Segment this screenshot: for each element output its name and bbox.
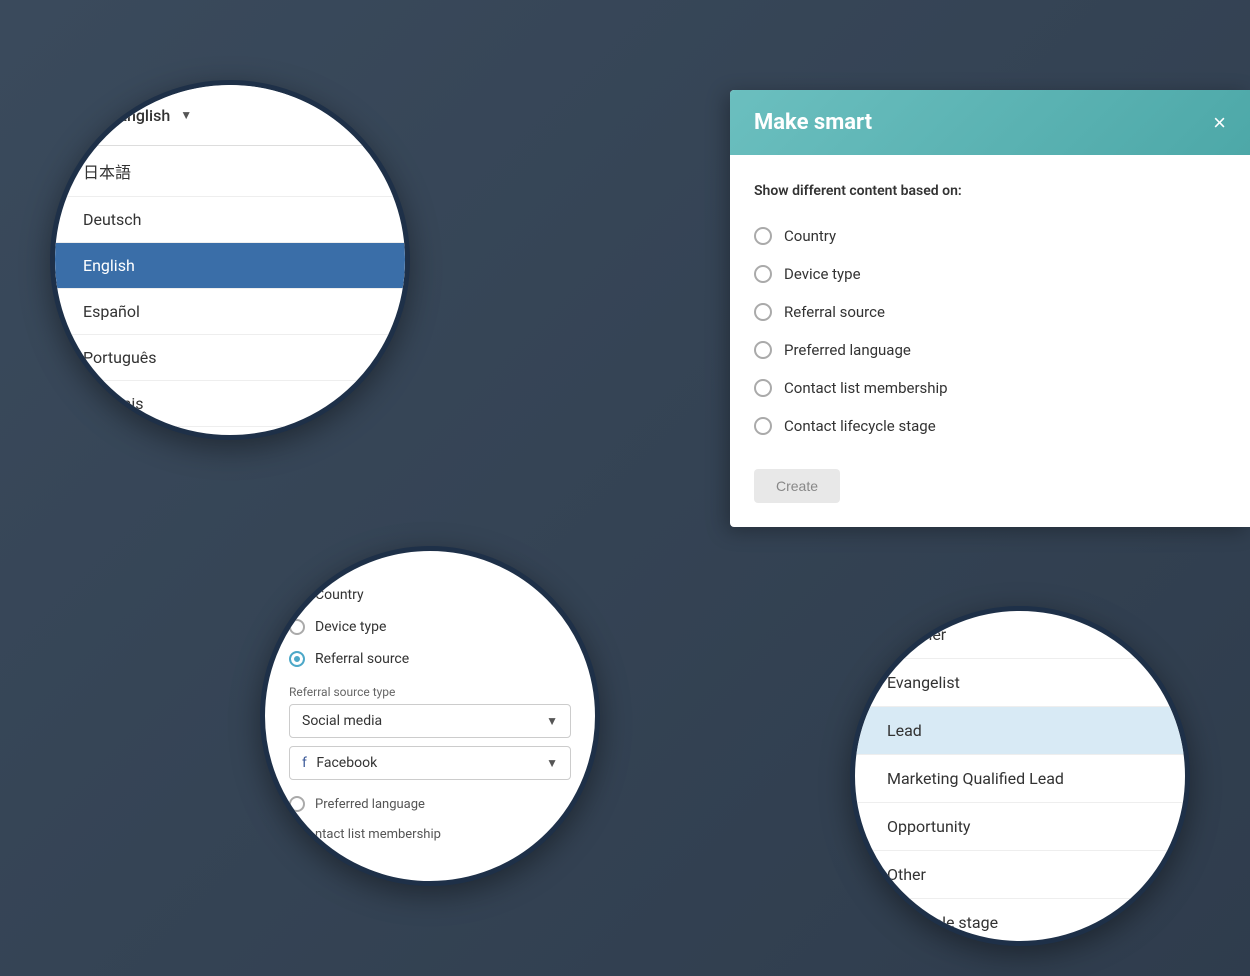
language-circle: 🌐 English ▼ 日本語 Deutsch English Español …	[50, 80, 410, 440]
lifecycle-item-other[interactable]: Other	[855, 851, 1185, 899]
facebook-label: Facebook	[316, 755, 377, 771]
social-media-label: Social media	[302, 713, 382, 729]
ref-contact-list-label: ntact list membership	[315, 827, 441, 842]
option-country[interactable]: Country	[754, 217, 1226, 255]
panel-subtitle: Show different content based on:	[754, 183, 1226, 199]
social-media-dropdown[interactable]: Social media ▼	[289, 704, 571, 738]
ref-radio-preferred-language[interactable]	[289, 796, 305, 812]
lifecycle-list: ustomer Evangelist Lead Marketing Qualif…	[855, 611, 1185, 941]
close-button[interactable]: ×	[1213, 112, 1226, 134]
option-referral-source-label: Referral source	[784, 303, 885, 321]
lang-item-espanol[interactable]: Español	[55, 289, 405, 335]
radio-contact-list[interactable]	[754, 379, 772, 397]
lifecycle-item-mql[interactable]: Marketing Qualified Lead	[855, 755, 1185, 803]
ref-preferred-language[interactable]: Preferred language	[289, 788, 571, 820]
ref-referral-source-label: Referral source	[315, 651, 409, 667]
option-contact-list-label: Contact list membership	[784, 379, 948, 397]
option-lifecycle-stage-label: Contact lifecycle stage	[784, 417, 936, 435]
ref-device-type-label: Device type	[315, 619, 386, 635]
lifecycle-circle-inner: ustomer Evangelist Lead Marketing Qualif…	[855, 611, 1185, 941]
ref-contact-list[interactable]: ntact list membership	[289, 820, 571, 848]
ref-country-label: Country	[315, 587, 364, 603]
radio-preferred-language[interactable]	[754, 341, 772, 359]
lifecycle-item-evangelist[interactable]: Evangelist	[855, 659, 1185, 707]
lang-item-english[interactable]: English	[55, 243, 405, 289]
ref-preferred-language-label: Preferred language	[315, 797, 425, 812]
option-referral-source[interactable]: Referral source	[754, 293, 1226, 331]
option-lifecycle-stage[interactable]: Contact lifecycle stage	[754, 407, 1226, 445]
option-device-type[interactable]: Device type	[754, 255, 1226, 293]
panel-title: Make smart	[754, 110, 872, 135]
ref-subfield-label: Referral source type	[289, 685, 571, 699]
create-button[interactable]: Create	[754, 469, 840, 503]
lifecycle-item-opportunity[interactable]: Opportunity	[855, 803, 1185, 851]
social-media-chevron-icon: ▼	[546, 714, 558, 728]
option-contact-list[interactable]: Contact list membership	[754, 369, 1226, 407]
referral-circle: Country Device type Referral source Refe…	[260, 546, 600, 886]
language-list: 日本語 Deutsch English Español Português Fr…	[55, 146, 405, 427]
lifecycle-circle: ustomer Evangelist Lead Marketing Qualif…	[850, 606, 1190, 946]
make-smart-panel: Make smart × Show different content base…	[730, 90, 1250, 527]
panel-actions: Create	[754, 469, 1226, 503]
ref-option-referral-source[interactable]: Referral source	[289, 643, 571, 675]
panel-header: Make smart ×	[730, 90, 1250, 155]
lifecycle-item-lead[interactable]: Lead	[855, 707, 1185, 755]
ref-radio-referral-source[interactable]	[289, 651, 305, 667]
ref-option-country[interactable]: Country	[289, 579, 571, 611]
lang-item-deutsch[interactable]: Deutsch	[55, 197, 405, 243]
ref-option-device-type[interactable]: Device type	[289, 611, 571, 643]
radio-lifecycle-stage[interactable]	[754, 417, 772, 435]
option-preferred-language[interactable]: Preferred language	[754, 331, 1226, 369]
language-circle-inner: 🌐 English ▼ 日本語 Deutsch English Español …	[55, 85, 405, 435]
radio-device-type[interactable]	[754, 265, 772, 283]
option-country-label: Country	[784, 227, 836, 245]
option-preferred-language-label: Preferred language	[784, 341, 911, 359]
chevron-down-icon: ▼	[180, 108, 192, 122]
facebook-chevron-icon: ▼	[546, 756, 558, 770]
radio-referral-source[interactable]	[754, 303, 772, 321]
radio-country[interactable]	[754, 227, 772, 245]
facebook-icon: f	[302, 755, 307, 771]
referral-circle-inner: Country Device type Referral source Refe…	[265, 551, 595, 881]
option-device-type-label: Device type	[784, 265, 861, 283]
ref-radio-device-type[interactable]	[289, 619, 305, 635]
lang-item-portugues[interactable]: Português	[55, 335, 405, 381]
ref-subfield: Referral source type Social media ▼ f Fa…	[289, 685, 571, 780]
lang-item-japanese[interactable]: 日本語	[55, 146, 405, 197]
panel-body: Show different content based on: Country…	[730, 155, 1250, 527]
facebook-dropdown[interactable]: f Facebook ▼	[289, 746, 571, 780]
